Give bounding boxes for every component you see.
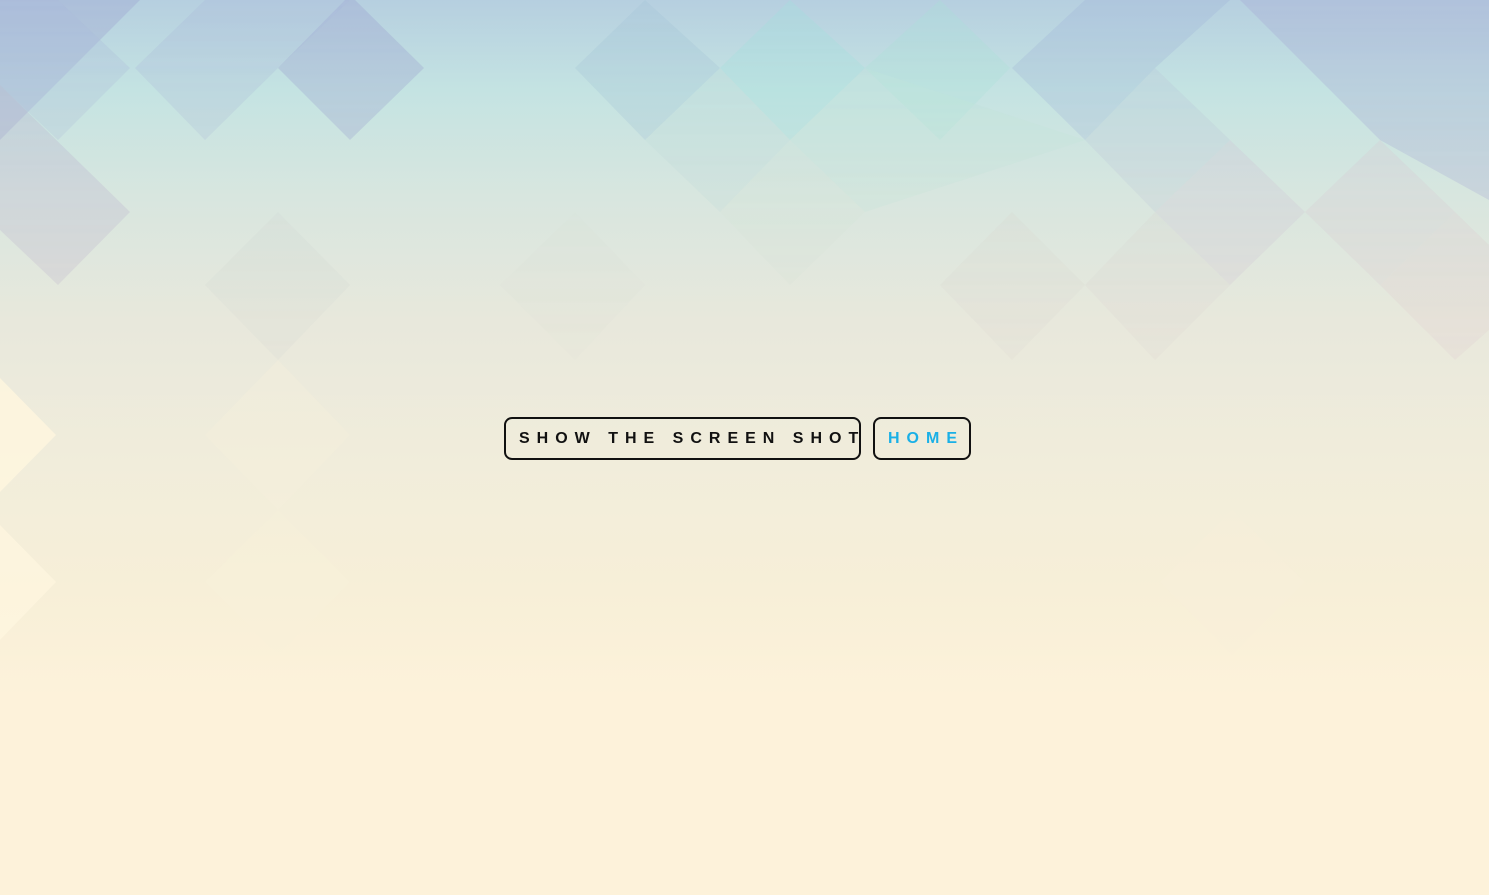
home-button[interactable]: HOME [873, 417, 971, 460]
show-screenshot-button[interactable]: SHOW THE SCREEN SHOT [504, 417, 861, 460]
button-group: SHOW THE SCREEN SHOT HOME [504, 417, 971, 460]
